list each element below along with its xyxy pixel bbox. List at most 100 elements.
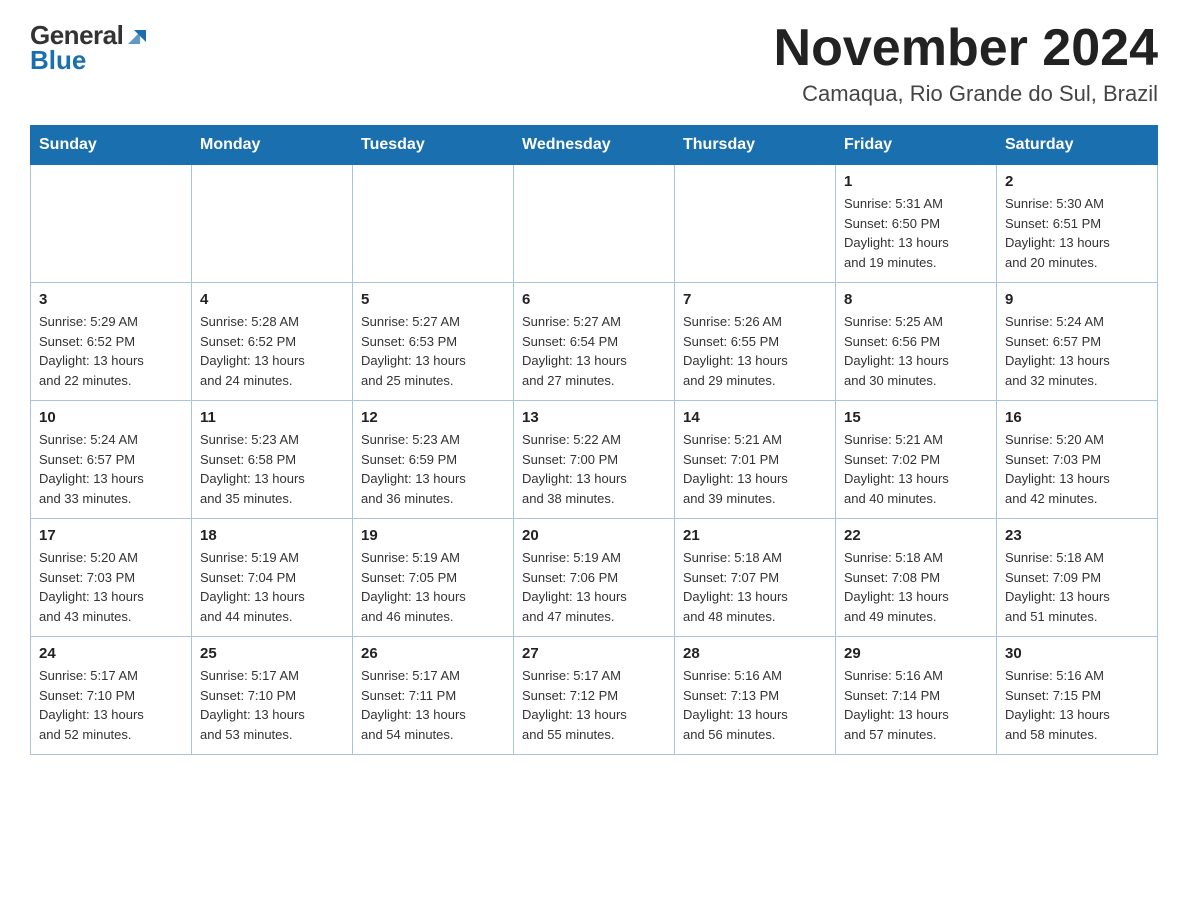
- day-number: 17: [39, 527, 183, 544]
- day-number: 18: [200, 527, 344, 544]
- day-info: Sunrise: 5:30 AMSunset: 6:51 PMDaylight:…: [1005, 194, 1149, 272]
- day-number: 29: [844, 645, 988, 662]
- calendar-week-row: 10 Sunrise: 5:24 AMSunset: 6:57 PMDayligh…: [31, 401, 1158, 519]
- day-info: Sunrise: 5:22 AMSunset: 7:00 PMDaylight:…: [522, 430, 666, 508]
- calendar-cell: 14 Sunrise: 5:21 AMSunset: 7:01 PMDayligh…: [675, 401, 836, 519]
- calendar-cell: 18 Sunrise: 5:19 AMSunset: 7:04 PMDayligh…: [192, 519, 353, 637]
- calendar-cell: 28 Sunrise: 5:16 AMSunset: 7:13 PMDayligh…: [675, 637, 836, 755]
- calendar-cell: [31, 165, 192, 283]
- day-number: 7: [683, 291, 827, 308]
- day-number: 8: [844, 291, 988, 308]
- day-info: Sunrise: 5:28 AMSunset: 6:52 PMDaylight:…: [200, 312, 344, 390]
- day-number: 5: [361, 291, 505, 308]
- day-info: Sunrise: 5:17 AMSunset: 7:10 PMDaylight:…: [200, 666, 344, 744]
- calendar-cell: 30Sunrise: 5:16 AMSunset: 7:15 PMDayligh…: [997, 637, 1158, 755]
- day-info: Sunrise: 5:23 AMSunset: 6:58 PMDaylight:…: [200, 430, 344, 508]
- weekday-header-thursday: Thursday: [675, 126, 836, 165]
- calendar-cell: 27Sunrise: 5:17 AMSunset: 7:12 PMDayligh…: [514, 637, 675, 755]
- calendar-cell: 1 Sunrise: 5:31 AMSunset: 6:50 PMDaylight…: [836, 165, 997, 283]
- calendar-cell: 21 Sunrise: 5:18 AMSunset: 7:07 PMDayligh…: [675, 519, 836, 637]
- day-info: Sunrise: 5:18 AMSunset: 7:09 PMDaylight:…: [1005, 548, 1149, 626]
- day-info: Sunrise: 5:19 AMSunset: 7:05 PMDaylight:…: [361, 548, 505, 626]
- calendar-cell: 8 Sunrise: 5:25 AMSunset: 6:56 PMDaylight…: [836, 283, 997, 401]
- day-info: Sunrise: 5:24 AMSunset: 6:57 PMDaylight:…: [39, 430, 183, 508]
- day-number: 15: [844, 409, 988, 426]
- day-number: 9: [1005, 291, 1149, 308]
- day-info: Sunrise: 5:19 AMSunset: 7:06 PMDaylight:…: [522, 548, 666, 626]
- day-info: Sunrise: 5:17 AMSunset: 7:11 PMDaylight:…: [361, 666, 505, 744]
- day-number: 3: [39, 291, 183, 308]
- day-number: 1: [844, 173, 988, 190]
- calendar-cell: 15 Sunrise: 5:21 AMSunset: 7:02 PMDayligh…: [836, 401, 997, 519]
- weekday-header-wednesday: Wednesday: [514, 126, 675, 165]
- day-info: Sunrise: 5:27 AMSunset: 6:54 PMDaylight:…: [522, 312, 666, 390]
- day-info: Sunrise: 5:24 AMSunset: 6:57 PMDaylight:…: [1005, 312, 1149, 390]
- calendar-cell: 29 Sunrise: 5:16 AMSunset: 7:14 PMDayligh…: [836, 637, 997, 755]
- day-info: Sunrise: 5:29 AMSunset: 6:52 PMDaylight:…: [39, 312, 183, 390]
- logo-bottom: Blue: [30, 45, 86, 76]
- day-info: Sunrise: 5:25 AMSunset: 6:56 PMDaylight:…: [844, 312, 988, 390]
- page-title: November 2024: [774, 20, 1158, 77]
- day-info: Sunrise: 5:20 AMSunset: 7:03 PMDaylight:…: [1005, 430, 1149, 508]
- calendar-week-row: 1 Sunrise: 5:31 AMSunset: 6:50 PMDaylight…: [31, 165, 1158, 283]
- calendar-cell: 22Sunrise: 5:18 AMSunset: 7:08 PMDayligh…: [836, 519, 997, 637]
- calendar-cell: [514, 165, 675, 283]
- calendar-week-row: 24Sunrise: 5:17 AMSunset: 7:10 PMDayligh…: [31, 637, 1158, 755]
- day-number: 28: [683, 645, 827, 662]
- calendar-cell: 3 Sunrise: 5:29 AMSunset: 6:52 PMDaylight…: [31, 283, 192, 401]
- day-number: 19: [361, 527, 505, 544]
- title-block: November 2024 Camaqua, Rio Grande do Sul…: [774, 20, 1158, 107]
- weekday-header-friday: Friday: [836, 126, 997, 165]
- day-number: 14: [683, 409, 827, 426]
- day-number: 2: [1005, 173, 1149, 190]
- calendar-cell: 10 Sunrise: 5:24 AMSunset: 6:57 PMDayligh…: [31, 401, 192, 519]
- day-info: Sunrise: 5:21 AMSunset: 7:02 PMDaylight:…: [844, 430, 988, 508]
- calendar-cell: 25Sunrise: 5:17 AMSunset: 7:10 PMDayligh…: [192, 637, 353, 755]
- day-number: 11: [200, 409, 344, 426]
- day-info: Sunrise: 5:18 AMSunset: 7:07 PMDaylight:…: [683, 548, 827, 626]
- day-number: 26: [361, 645, 505, 662]
- day-info: Sunrise: 5:21 AMSunset: 7:01 PMDaylight:…: [683, 430, 827, 508]
- weekday-header-sunday: Sunday: [31, 126, 192, 165]
- day-number: 21: [683, 527, 827, 544]
- day-number: 10: [39, 409, 183, 426]
- calendar-cell: 24Sunrise: 5:17 AMSunset: 7:10 PMDayligh…: [31, 637, 192, 755]
- calendar-cell: [353, 165, 514, 283]
- calendar-cell: 9 Sunrise: 5:24 AMSunset: 6:57 PMDaylight…: [997, 283, 1158, 401]
- calendar-cell: 23 Sunrise: 5:18 AMSunset: 7:09 PMDayligh…: [997, 519, 1158, 637]
- calendar-cell: 16Sunrise: 5:20 AMSunset: 7:03 PMDayligh…: [997, 401, 1158, 519]
- calendar-cell: 20Sunrise: 5:19 AMSunset: 7:06 PMDayligh…: [514, 519, 675, 637]
- calendar-cell: 5 Sunrise: 5:27 AMSunset: 6:53 PMDaylight…: [353, 283, 514, 401]
- day-info: Sunrise: 5:16 AMSunset: 7:14 PMDaylight:…: [844, 666, 988, 744]
- calendar-cell: [675, 165, 836, 283]
- day-info: Sunrise: 5:27 AMSunset: 6:53 PMDaylight:…: [361, 312, 505, 390]
- day-info: Sunrise: 5:23 AMSunset: 6:59 PMDaylight:…: [361, 430, 505, 508]
- calendar-cell: 26 Sunrise: 5:17 AMSunset: 7:11 PMDayligh…: [353, 637, 514, 755]
- day-info: Sunrise: 5:20 AMSunset: 7:03 PMDaylight:…: [39, 548, 183, 626]
- day-info: Sunrise: 5:17 AMSunset: 7:12 PMDaylight:…: [522, 666, 666, 744]
- day-info: Sunrise: 5:26 AMSunset: 6:55 PMDaylight:…: [683, 312, 827, 390]
- calendar-cell: 13Sunrise: 5:22 AMSunset: 7:00 PMDayligh…: [514, 401, 675, 519]
- day-info: Sunrise: 5:31 AMSunset: 6:50 PMDaylight:…: [844, 194, 988, 272]
- day-info: Sunrise: 5:19 AMSunset: 7:04 PMDaylight:…: [200, 548, 344, 626]
- calendar-week-row: 17 Sunrise: 5:20 AMSunset: 7:03 PMDayligh…: [31, 519, 1158, 637]
- weekday-header-monday: Monday: [192, 126, 353, 165]
- weekday-header-tuesday: Tuesday: [353, 126, 514, 165]
- day-number: 30: [1005, 645, 1149, 662]
- page-header: General Blue November 2024 Camaqua, Rio …: [30, 20, 1158, 107]
- day-info: Sunrise: 5:16 AMSunset: 7:13 PMDaylight:…: [683, 666, 827, 744]
- day-number: 4: [200, 291, 344, 308]
- calendar-week-row: 3 Sunrise: 5:29 AMSunset: 6:52 PMDaylight…: [31, 283, 1158, 401]
- calendar-cell: 19 Sunrise: 5:19 AMSunset: 7:05 PMDayligh…: [353, 519, 514, 637]
- calendar-cell: 12Sunrise: 5:23 AMSunset: 6:59 PMDayligh…: [353, 401, 514, 519]
- calendar-cell: [192, 165, 353, 283]
- day-info: Sunrise: 5:17 AMSunset: 7:10 PMDaylight:…: [39, 666, 183, 744]
- calendar-cell: 11 Sunrise: 5:23 AMSunset: 6:58 PMDayligh…: [192, 401, 353, 519]
- calendar-cell: 17 Sunrise: 5:20 AMSunset: 7:03 PMDayligh…: [31, 519, 192, 637]
- subtitle: Camaqua, Rio Grande do Sul, Brazil: [774, 81, 1158, 107]
- calendar-cell: 6 Sunrise: 5:27 AMSunset: 6:54 PMDaylight…: [514, 283, 675, 401]
- calendar-cell: 7 Sunrise: 5:26 AMSunset: 6:55 PMDaylight…: [675, 283, 836, 401]
- day-number: 6: [522, 291, 666, 308]
- day-number: 23: [1005, 527, 1149, 544]
- calendar-cell: 2 Sunrise: 5:30 AMSunset: 6:51 PMDaylight…: [997, 165, 1158, 283]
